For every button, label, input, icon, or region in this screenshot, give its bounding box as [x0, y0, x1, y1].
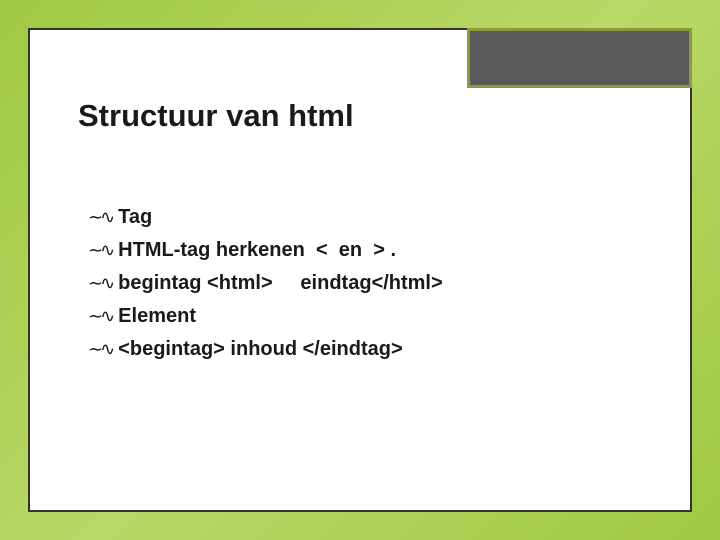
bullet-item-4: ∼∿ <begintag> inhoud </eindtag> [88, 337, 650, 361]
bullet-text: <begintag> inhoud </eindtag> [118, 337, 402, 361]
corner-decoration [467, 28, 692, 88]
bullet-icon: ∼∿ [88, 271, 112, 295]
bullet-text: Element [118, 304, 196, 328]
slide-title: Structuur van html [78, 98, 354, 134]
slide-container: Structuur van html ∼∿ Tag ∼∿ HTML-tag he… [28, 28, 692, 512]
bullet-icon: ∼∿ [88, 304, 112, 328]
bullet-icon: ∼∿ [88, 238, 112, 262]
bullet-icon: ∼∿ [88, 337, 112, 361]
bullet-text: HTML-tag herkenen < en > . [118, 238, 396, 262]
bullet-item-1: ∼∿ HTML-tag herkenen < en > . [88, 238, 650, 262]
bullet-item-3: ∼∿ Element [88, 304, 650, 328]
bullet-text: Tag [118, 205, 152, 229]
bullet-item-0: ∼∿ Tag [88, 205, 650, 229]
bullet-icon: ∼∿ [88, 205, 112, 229]
slide-content: ∼∿ Tag ∼∿ HTML-tag herkenen < en > . ∼∿ … [88, 205, 650, 370]
bullet-item-2: ∼∿ begintag <html> eindtag</html> [88, 271, 650, 295]
bullet-text: begintag <html> eindtag</html> [118, 271, 443, 295]
